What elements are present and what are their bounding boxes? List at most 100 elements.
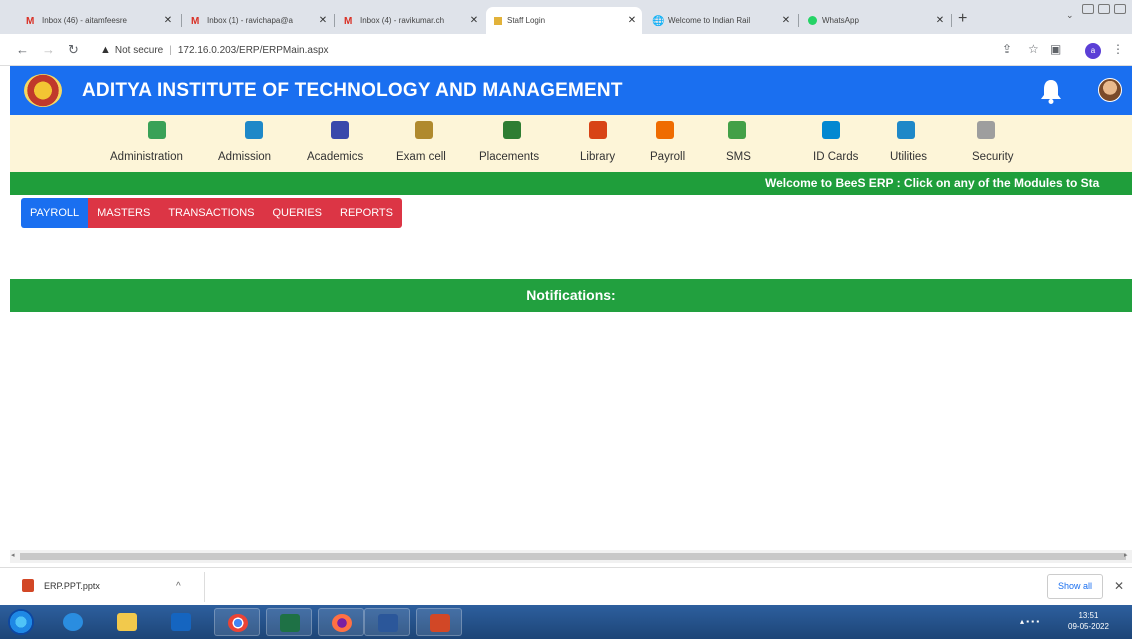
- tab-divider: [334, 14, 335, 27]
- menu-dots-icon[interactable]: ⋮: [1112, 42, 1124, 56]
- taskbar-ie[interactable]: [50, 608, 96, 636]
- restore-window-button[interactable]: [1098, 4, 1110, 18]
- tab-title: Inbox (46) - aitamfeesre: [42, 16, 127, 25]
- payroll-submenu: PAYROLL MASTERS TRANSACTIONS QUERIES REP…: [21, 198, 402, 228]
- people-icon: [656, 121, 674, 139]
- taskbar-excel[interactable]: [266, 608, 312, 636]
- chrome-icon: [228, 614, 248, 632]
- taskbar-clock[interactable]: 13:51 09-05-2022: [1068, 610, 1109, 632]
- download-item[interactable]: ERP.PPT.pptx: [22, 579, 100, 592]
- books-icon: [589, 121, 607, 139]
- sidebar-icon[interactable]: ▣: [1050, 42, 1061, 56]
- module-label: Security: [972, 151, 1014, 163]
- forward-arrow-icon[interactable]: →: [42, 42, 55, 57]
- browser-tab[interactable]: 🌐 Welcome to Indian Rail ✕: [644, 7, 796, 34]
- module-bar: Administration Admission Academics Exam …: [10, 115, 1132, 172]
- show-all-button[interactable]: Show all: [1047, 574, 1103, 599]
- module-admission[interactable]: Admission: [216, 115, 290, 172]
- reload-icon[interactable]: ↻: [68, 42, 79, 58]
- back-arrow-icon[interactable]: ←: [16, 42, 29, 57]
- start-button[interactable]: [8, 609, 34, 635]
- url-text: 172.16.0.203/ERP/ERPMain.aspx: [177, 44, 329, 56]
- module-label: Administration: [110, 151, 183, 163]
- new-tab-button[interactable]: +: [958, 10, 967, 28]
- close-tab-icon[interactable]: ✕: [626, 15, 638, 26]
- browser-tab-active[interactable]: Staff Login ✕: [486, 7, 642, 34]
- user-avatar[interactable]: [1098, 78, 1122, 102]
- notifications-header: Notifications:: [10, 279, 1132, 312]
- module-utilities[interactable]: Utilities: [886, 115, 946, 172]
- id-card-icon: [822, 121, 840, 139]
- taskbar-explorer[interactable]: [104, 608, 150, 636]
- browser-tab[interactable]: M Inbox (4) - ravikumar.ch ✕: [336, 7, 484, 34]
- chevron-down-icon[interactable]: ⌄: [1066, 10, 1074, 24]
- browser-tab[interactable]: M Inbox (1) - ravichapa@a ✕: [183, 7, 333, 34]
- tab-title: Inbox (1) - ravichapa@a: [207, 16, 293, 25]
- download-divider: [204, 572, 205, 602]
- word-icon: [378, 614, 398, 632]
- module-academics[interactable]: Academics: [306, 115, 376, 172]
- close-tab-icon[interactable]: ✕: [162, 15, 174, 26]
- module-label: SMS: [726, 151, 751, 163]
- module-administration[interactable]: Administration: [110, 115, 206, 172]
- module-label: Utilities: [890, 151, 928, 163]
- gmail-icon: M: [26, 16, 35, 27]
- excel-icon: [280, 614, 300, 632]
- module-placements[interactable]: Placements: [476, 115, 548, 172]
- system-tray-icons[interactable]: ▴ ▪ ▪ ▪: [1020, 617, 1039, 626]
- marquee-text: Welcome to BeeS ERP : Click on any of th…: [765, 176, 1100, 190]
- browser-tab[interactable]: WhatsApp ✕: [800, 7, 950, 34]
- download-file-name: ERP.PPT.pptx: [44, 580, 100, 591]
- taskbar-powerpoint[interactable]: [416, 608, 462, 636]
- powerpoint-icon: [430, 614, 450, 632]
- close-icon[interactable]: ✕: [1114, 579, 1124, 593]
- tab-queries[interactable]: QUERIES: [263, 198, 332, 228]
- close-tab-icon[interactable]: ✕: [317, 15, 329, 26]
- chevron-up-icon[interactable]: ^: [176, 581, 181, 592]
- scroll-left-icon[interactable]: ◂: [11, 551, 15, 559]
- module-security[interactable]: Security: [968, 115, 1028, 172]
- module-label: Exam cell: [396, 151, 446, 163]
- tools-icon: [897, 121, 915, 139]
- close-tab-icon[interactable]: ✕: [934, 15, 946, 26]
- close-window-button[interactable]: [1114, 4, 1126, 18]
- folder-icon: [117, 613, 137, 631]
- module-library[interactable]: Library: [576, 115, 626, 172]
- taskbar-firefox[interactable]: [318, 608, 364, 636]
- address-bar[interactable]: ▲ Not secure | 172.16.0.203/ERP/ERPMain.…: [100, 40, 980, 60]
- tab-reports[interactable]: REPORTS: [331, 198, 402, 228]
- taskbar-chrome[interactable]: [214, 608, 260, 636]
- bell-icon[interactable]: [1040, 78, 1062, 104]
- tab-transactions[interactable]: TRANSACTIONS: [159, 198, 264, 228]
- taskbar: ▴ ▪ ▪ ▪ 13:51 09-05-2022: [0, 605, 1132, 639]
- module-exam-cell[interactable]: Exam cell: [394, 115, 454, 172]
- profile-avatar[interactable]: a: [1085, 43, 1101, 59]
- tab-masters[interactable]: MASTERS: [88, 198, 160, 228]
- tab-payroll[interactable]: PAYROLL: [21, 198, 89, 228]
- module-label: Library: [580, 151, 616, 163]
- tab-title: Inbox (4) - ravikumar.ch: [360, 16, 445, 25]
- tab-divider: [951, 14, 952, 27]
- star-icon[interactable]: ☆: [1028, 42, 1039, 56]
- site-icon: [494, 16, 502, 25]
- clock-time: 13:51: [1078, 611, 1099, 620]
- module-payroll[interactable]: Payroll: [650, 115, 700, 172]
- scroll-right-icon[interactable]: ▸: [1124, 551, 1128, 559]
- close-tab-icon[interactable]: ✕: [780, 15, 792, 26]
- minimize-window-button[interactable]: [1082, 4, 1094, 18]
- admin-user-icon: [148, 121, 166, 139]
- firefox-icon: [332, 614, 352, 632]
- close-tab-icon[interactable]: ✕: [468, 15, 480, 26]
- browser-tab[interactable]: M Inbox (46) - aitamfeesre ✕: [18, 7, 178, 34]
- taskbar-word[interactable]: [364, 608, 410, 636]
- share-icon[interactable]: ⇪: [1002, 42, 1012, 56]
- taskbar-outlook[interactable]: [158, 608, 204, 636]
- module-sms[interactable]: SMS: [718, 115, 758, 172]
- module-id-cards[interactable]: ID Cards: [810, 115, 870, 172]
- browser-tab-strip: M Inbox (46) - aitamfeesre ✕ M Inbox (1)…: [0, 0, 1132, 34]
- institute-logo: [24, 74, 62, 107]
- horizontal-scrollbar[interactable]: ◂ ▸: [10, 550, 1132, 563]
- building-icon: [245, 121, 263, 139]
- address-divider: |: [169, 44, 172, 56]
- scrollbar-thumb[interactable]: [20, 553, 1126, 560]
